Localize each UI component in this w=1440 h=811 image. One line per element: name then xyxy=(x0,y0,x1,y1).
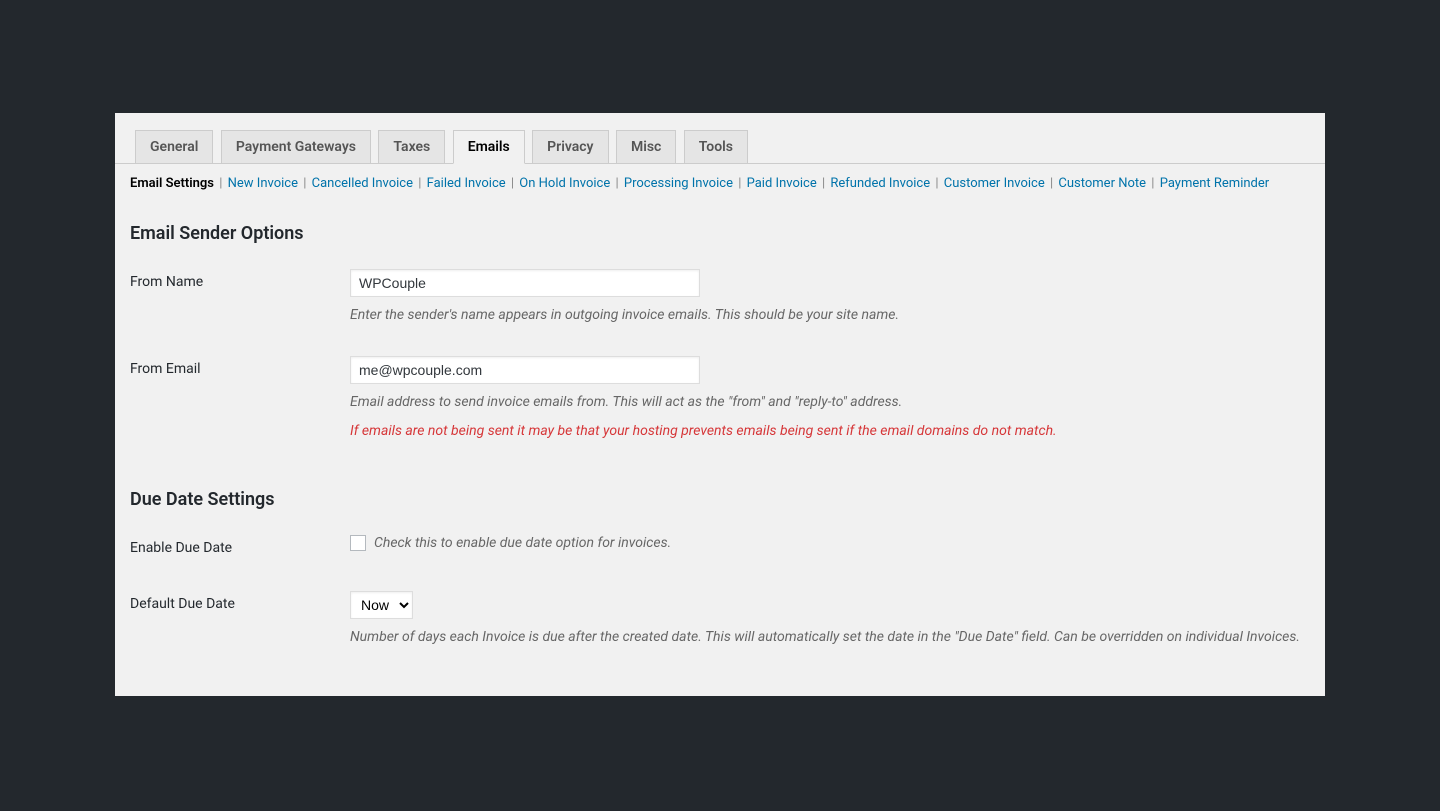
label-enable-due-date: Enable Due Date xyxy=(130,520,350,576)
from-name-desc: Enter the sender's name appears in outgo… xyxy=(350,305,1300,326)
subnav-paid-invoice[interactable]: Paid Invoice xyxy=(747,176,817,191)
subnav-payment-reminder[interactable]: Payment Reminder xyxy=(1160,176,1269,191)
subnav-email-settings[interactable]: Email Settings xyxy=(130,176,214,191)
tab-general[interactable]: General xyxy=(135,130,213,164)
label-default-due-date: Default Due Date xyxy=(130,576,350,663)
tab-emails[interactable]: Emails xyxy=(453,130,525,164)
tab-taxes[interactable]: Taxes xyxy=(378,130,445,164)
sub-nav: Email Settings | New Invoice | Cancelled… xyxy=(115,164,1325,191)
subnav-failed-invoice[interactable]: Failed Invoice xyxy=(427,176,506,191)
from-name-input[interactable] xyxy=(350,269,700,297)
subnav-refunded-invoice[interactable]: Refunded Invoice xyxy=(830,176,930,191)
subnav-on-hold-invoice[interactable]: On Hold Invoice xyxy=(519,176,610,191)
section-email-sender-heading: Email Sender Options xyxy=(130,223,1310,244)
section-due-date-heading: Due Date Settings xyxy=(130,489,1310,510)
subnav-cancelled-invoice[interactable]: Cancelled Invoice xyxy=(312,176,413,191)
label-from-name: From Name xyxy=(130,254,350,341)
default-due-date-desc: Number of days each Invoice is due after… xyxy=(350,627,1300,648)
subnav-processing-invoice[interactable]: Processing Invoice xyxy=(624,176,733,191)
enable-due-date-checkbox[interactable] xyxy=(350,535,366,551)
default-due-date-select[interactable]: Now xyxy=(350,591,413,619)
settings-panel: General Payment Gateways Taxes Emails Pr… xyxy=(115,113,1325,696)
subnav-customer-note[interactable]: Customer Note xyxy=(1058,176,1146,191)
from-email-desc: Email address to send invoice emails fro… xyxy=(350,392,1300,413)
subnav-customer-invoice[interactable]: Customer Invoice xyxy=(944,176,1045,191)
label-from-email: From Email xyxy=(130,341,350,457)
tab-misc[interactable]: Misc xyxy=(616,130,676,164)
from-email-warning: If emails are not being sent it may be t… xyxy=(350,421,1300,442)
subnav-new-invoice[interactable]: New Invoice xyxy=(228,176,298,191)
enable-due-date-desc: Check this to enable due date option for… xyxy=(374,535,671,551)
section-email-template-heading: Email Template xyxy=(130,695,1310,696)
nav-tabs: General Payment Gateways Taxes Emails Pr… xyxy=(115,113,1325,164)
tab-payment-gateways[interactable]: Payment Gateways xyxy=(221,130,371,164)
tab-tools[interactable]: Tools xyxy=(684,130,748,164)
from-email-input[interactable] xyxy=(350,356,700,384)
tab-privacy[interactable]: Privacy xyxy=(532,130,608,164)
